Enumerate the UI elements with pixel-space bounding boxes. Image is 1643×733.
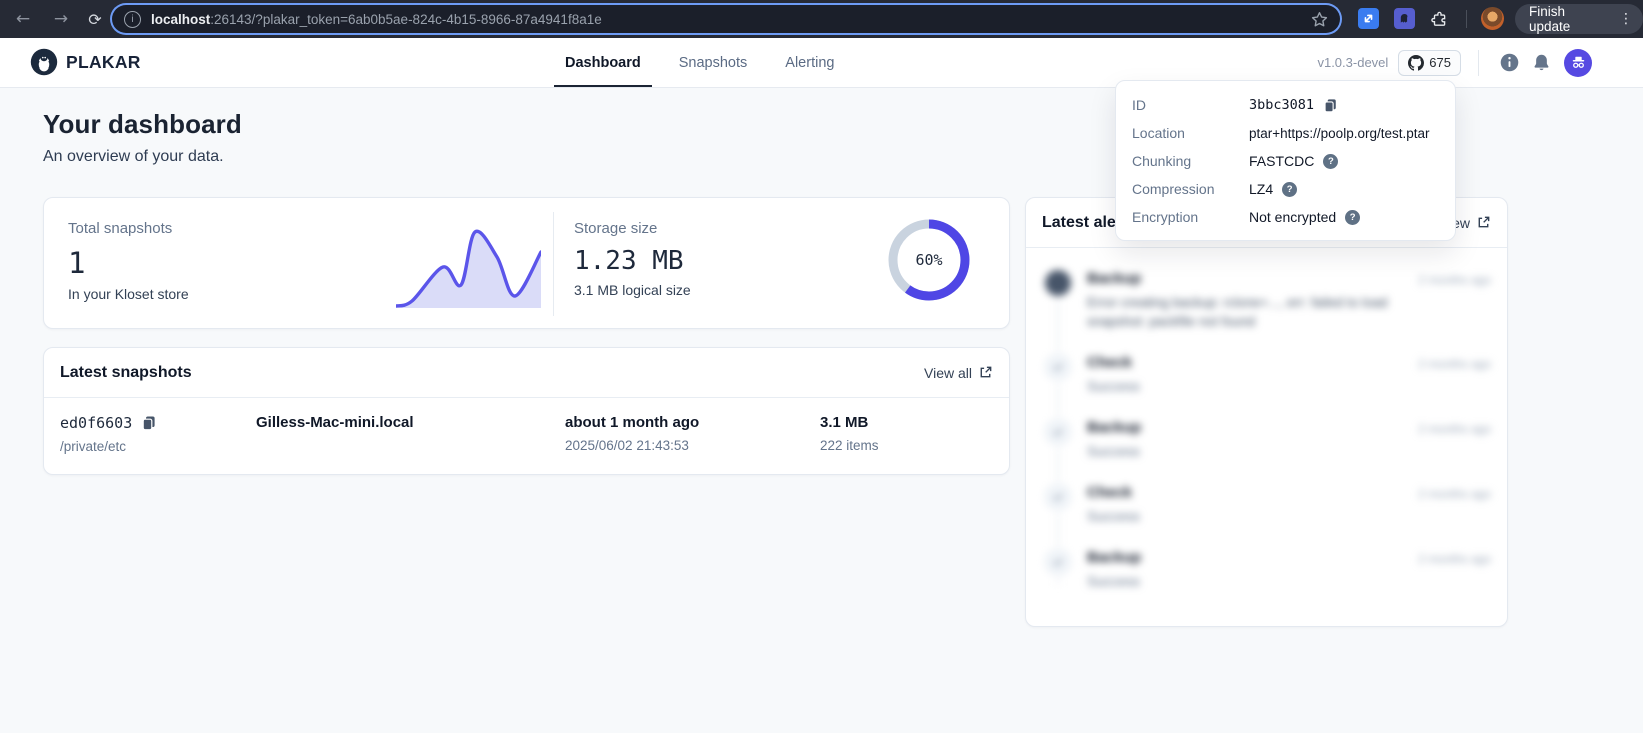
penguin-logo-icon bbox=[30, 48, 58, 76]
tab-dashboard[interactable]: Dashboard bbox=[554, 38, 652, 87]
storage-donut-chart: 60% bbox=[887, 218, 971, 302]
alert-item[interactable]: Backup Error creating backup: rclone+...… bbox=[1045, 270, 1491, 331]
popover-location-label: Location bbox=[1132, 125, 1249, 141]
info-icon[interactable] bbox=[1500, 53, 1519, 72]
browser-toolbar: ← → ⟳ i localhost:26143/?plakar_token=6a… bbox=[0, 0, 1643, 38]
alert-check-icon bbox=[1045, 354, 1071, 380]
snapshot-id[interactable]: ed0f6603 bbox=[60, 414, 132, 432]
user-avatar[interactable] bbox=[1564, 49, 1592, 77]
external-link-icon bbox=[978, 365, 993, 380]
stats-card: Total snapshots 1 In your Kloset store S… bbox=[43, 197, 1010, 329]
repository-location: ptar+https://poolp.org/test.ptar bbox=[1249, 126, 1429, 141]
url-text: localhost:26143/?plakar_token=6ab0b5ae-8… bbox=[151, 12, 602, 27]
popover-id-label: ID bbox=[1132, 97, 1249, 113]
latest-alerts-card: Latest alerts View Backup Error creating… bbox=[1025, 197, 1508, 627]
github-stars-badge[interactable]: 675 bbox=[1398, 50, 1461, 76]
extensions-puzzle-icon[interactable] bbox=[1428, 8, 1449, 29]
external-link-icon bbox=[1476, 215, 1491, 230]
page-subtitle: An overview of your data. bbox=[43, 148, 242, 166]
help-icon[interactable]: ? bbox=[1345, 210, 1360, 225]
alert-check-icon bbox=[1045, 549, 1071, 575]
snapshot-size: 3.1 MB bbox=[820, 414, 993, 431]
site-info-icon[interactable]: i bbox=[124, 11, 141, 28]
alert-item[interactable]: Check Success 2 months ago bbox=[1045, 354, 1491, 396]
browser-profile-avatar[interactable] bbox=[1481, 7, 1504, 30]
toolbar-divider bbox=[1466, 10, 1467, 28]
repository-id: 3bbc3081 bbox=[1249, 97, 1314, 113]
incognito-icon bbox=[1570, 54, 1587, 71]
notifications-bell-icon[interactable] bbox=[1532, 53, 1551, 72]
storage-size-value: 1.23 MB bbox=[574, 246, 691, 276]
repository-info-popover: ID 3bbc3081 Location ptar+https://poolp.… bbox=[1115, 80, 1456, 241]
page-title: Your dashboard bbox=[43, 109, 242, 140]
snapshot-date: 2025/06/02 21:43:53 bbox=[565, 438, 820, 453]
brand-name: PLAKAR bbox=[66, 52, 141, 73]
popover-chunking-label: Chunking bbox=[1132, 153, 1249, 169]
copy-icon[interactable] bbox=[141, 415, 157, 431]
total-snapshots-value: 1 bbox=[68, 246, 189, 280]
tab-alerting[interactable]: Alerting bbox=[774, 38, 845, 87]
extension-arrow-icon[interactable] bbox=[1358, 8, 1379, 29]
help-icon[interactable]: ? bbox=[1282, 182, 1297, 197]
view-all-link[interactable]: View all bbox=[924, 365, 993, 381]
alert-check-icon bbox=[1045, 484, 1071, 510]
compression-value: LZ4 bbox=[1249, 181, 1273, 197]
storage-size-caption: 3.1 MB logical size bbox=[574, 282, 691, 298]
snapshot-path: /private/etc bbox=[60, 439, 256, 454]
snapshot-age: about 1 month ago bbox=[565, 414, 820, 431]
encryption-value: Not encrypted bbox=[1249, 209, 1336, 225]
help-icon[interactable]: ? bbox=[1323, 154, 1338, 169]
github-icon bbox=[1408, 55, 1424, 71]
donut-percent-label: 60% bbox=[887, 218, 971, 302]
snapshot-row[interactable]: ed0f6603 /private/etc Gilless-Mac-mini.l… bbox=[44, 398, 1009, 454]
snapshots-sparkline-chart bbox=[396, 216, 541, 308]
plakar-logo[interactable]: PLAKAR bbox=[30, 48, 141, 76]
snapshot-host: Gilless-Mac-mini.local bbox=[256, 414, 565, 431]
forward-icon[interactable]: → bbox=[48, 6, 74, 32]
browser-menu-icon[interactable]: ⋮ bbox=[1619, 11, 1633, 27]
alert-item[interactable]: Backup Success 2 months ago bbox=[1045, 419, 1491, 461]
latest-snapshots-title: Latest snapshots bbox=[60, 364, 192, 382]
alert-item[interactable]: Check Success 2 months ago bbox=[1045, 484, 1491, 526]
total-snapshots-caption: In your Kloset store bbox=[68, 286, 189, 302]
alert-item[interactable]: Backup Success 2 months ago bbox=[1045, 549, 1491, 591]
finish-update-button[interactable]: Finish update ⋮ bbox=[1515, 4, 1643, 34]
alert-error-icon bbox=[1045, 270, 1071, 296]
back-icon[interactable]: ← bbox=[10, 6, 36, 32]
bookmark-star-icon[interactable] bbox=[1311, 11, 1328, 28]
version-label: v1.0.3-devel bbox=[1317, 55, 1388, 70]
popover-encryption-label: Encryption bbox=[1132, 209, 1249, 225]
latest-snapshots-card: Latest snapshots View all ed0f6603 /priv… bbox=[43, 347, 1010, 475]
chunking-value: FASTCDC bbox=[1249, 153, 1314, 169]
alert-check-icon bbox=[1045, 419, 1071, 445]
snapshot-items: 222 items bbox=[820, 438, 993, 453]
extension-ghost-icon[interactable] bbox=[1394, 8, 1415, 29]
storage-size-label: Storage size bbox=[574, 220, 691, 237]
screen: ← → ⟳ i localhost:26143/?plakar_token=6a… bbox=[0, 0, 1643, 733]
header-divider bbox=[1478, 50, 1479, 76]
stats-divider bbox=[553, 212, 554, 316]
tab-snapshots[interactable]: Snapshots bbox=[668, 38, 759, 87]
total-snapshots-label: Total snapshots bbox=[68, 220, 189, 237]
nav-tabs: Dashboard Snapshots Alerting bbox=[554, 38, 845, 87]
address-bar[interactable]: i localhost:26143/?plakar_token=6ab0b5ae… bbox=[112, 5, 1340, 33]
alerts-list: Backup Error creating backup: rclone+...… bbox=[1026, 248, 1507, 626]
popover-compression-label: Compression bbox=[1132, 181, 1249, 197]
reload-icon[interactable]: ⟳ bbox=[82, 6, 108, 32]
copy-icon[interactable] bbox=[1323, 98, 1338, 113]
